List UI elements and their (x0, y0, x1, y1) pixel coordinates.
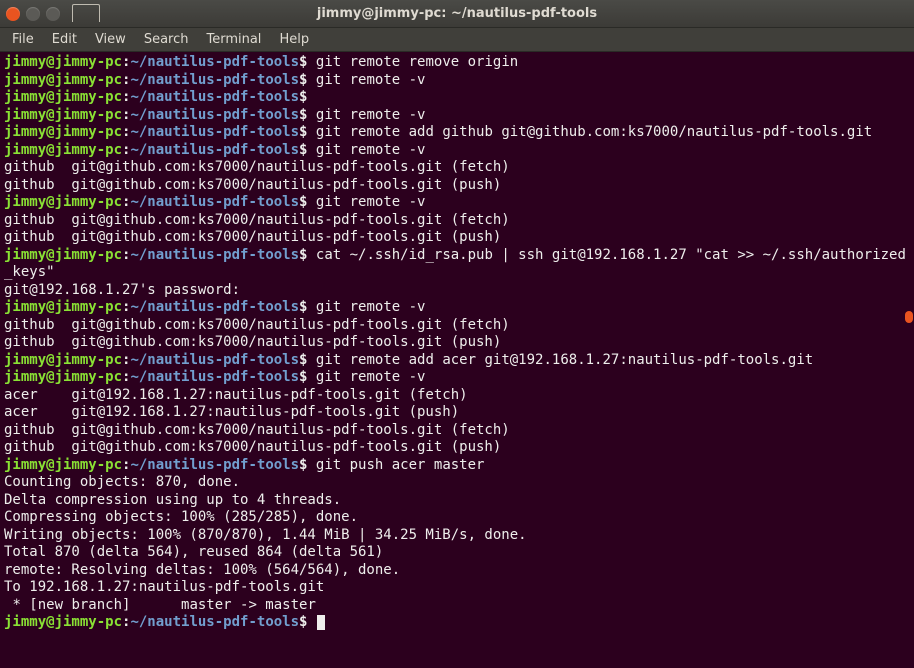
prompt-path: ~/nautilus-pdf-tools (130, 72, 299, 88)
prompt-user: jimmy@jimmy-pc (4, 107, 122, 123)
cmd-text: git push acer master (307, 457, 484, 473)
menu-terminal[interactable]: Terminal (198, 30, 269, 49)
prompt-user: jimmy@jimmy-pc (4, 457, 122, 473)
output-line: remote: Resolving deltas: 100% (564/564)… (4, 562, 400, 578)
prompt-path: ~/nautilus-pdf-tools (130, 614, 299, 630)
prompt-user: jimmy@jimmy-pc (4, 299, 122, 315)
cmd-text: git remote remove origin (307, 54, 518, 70)
cmd-text: git remote -v (307, 194, 425, 210)
output-line: github git@github.com:ks7000/nautilus-pd… (4, 177, 501, 193)
menu-help[interactable]: Help (271, 30, 317, 49)
prompt-user: jimmy@jimmy-pc (4, 369, 122, 385)
prompt-user: jimmy@jimmy-pc (4, 89, 122, 105)
output-line: Total 870 (delta 564), reused 864 (delta… (4, 544, 383, 560)
prompt-user: jimmy@jimmy-pc (4, 142, 122, 158)
prompt-path: ~/nautilus-pdf-tools (130, 299, 299, 315)
prompt-user: jimmy@jimmy-pc (4, 72, 122, 88)
close-icon[interactable] (6, 7, 20, 21)
output-line: github git@github.com:ks7000/nautilus-pd… (4, 229, 501, 245)
output-line: Counting objects: 870, done. (4, 474, 240, 490)
maximize-icon[interactable] (46, 7, 60, 21)
cmd-text (307, 614, 315, 630)
cursor-icon (317, 615, 325, 630)
output-line: github git@github.com:ks7000/nautilus-pd… (4, 439, 501, 455)
output-line: github git@github.com:ks7000/nautilus-pd… (4, 334, 501, 350)
terminal-viewport[interactable]: jimmy@jimmy-pc:~/nautilus-pdf-tools$ git… (0, 52, 914, 668)
cmd-text: git remote -v (307, 107, 425, 123)
output-line: github git@github.com:ks7000/nautilus-pd… (4, 422, 510, 438)
prompt-path: ~/nautilus-pdf-tools (130, 54, 299, 70)
cmd-text: git remote -v (307, 369, 425, 385)
output-line: Writing objects: 100% (870/870), 1.44 Mi… (4, 527, 527, 543)
tab-indicator-icon (72, 4, 100, 22)
prompt-path: ~/nautilus-pdf-tools (130, 247, 299, 263)
output-line: acer git@192.168.1.27:nautilus-pdf-tools… (4, 404, 459, 420)
window-title: jimmy@jimmy-pc: ~/nautilus-pdf-tools (0, 6, 914, 21)
cmd-text: git remote -v (307, 142, 425, 158)
terminal-window: jimmy@jimmy-pc: ~/nautilus-pdf-tools Fil… (0, 0, 914, 668)
prompt-sigil: $ (299, 89, 307, 105)
prompt-path: ~/nautilus-pdf-tools (130, 107, 299, 123)
output-line: Delta compression using up to 4 threads. (4, 492, 341, 508)
output-line: git@192.168.1.27's password: (4, 282, 240, 298)
output-line: To 192.168.1.27:nautilus-pdf-tools.git (4, 579, 324, 595)
prompt-user: jimmy@jimmy-pc (4, 247, 122, 263)
prompt-path: ~/nautilus-pdf-tools (130, 89, 299, 105)
cmd-text: git remote add github git@github.com:ks7… (307, 124, 872, 140)
output-line: acer git@192.168.1.27:nautilus-pdf-tools… (4, 387, 468, 403)
prompt-path: ~/nautilus-pdf-tools (130, 369, 299, 385)
output-line: Compressing objects: 100% (285/285), don… (4, 509, 358, 525)
prompt-user: jimmy@jimmy-pc (4, 194, 122, 210)
prompt-user: jimmy@jimmy-pc (4, 614, 122, 630)
output-line: github git@github.com:ks7000/nautilus-pd… (4, 317, 510, 333)
menu-edit[interactable]: Edit (44, 30, 85, 49)
prompt-path: ~/nautilus-pdf-tools (130, 124, 299, 140)
cmd-text: git remote add acer git@192.168.1.27:nau… (307, 352, 813, 368)
menubar: File Edit View Search Terminal Help (0, 28, 914, 52)
prompt-user: jimmy@jimmy-pc (4, 124, 122, 140)
prompt-path: ~/nautilus-pdf-tools (130, 352, 299, 368)
menu-search[interactable]: Search (136, 30, 197, 49)
minimize-icon[interactable] (26, 7, 40, 21)
output-line: * [new branch] master -> master (4, 597, 316, 613)
terminal-output[interactable]: jimmy@jimmy-pc:~/nautilus-pdf-tools$ git… (0, 52, 914, 636)
cmd-text: git remote -v (307, 299, 425, 315)
menu-view[interactable]: View (87, 30, 134, 49)
prompt-path: ~/nautilus-pdf-tools (130, 194, 299, 210)
prompt-path: ~/nautilus-pdf-tools (130, 142, 299, 158)
cmd-text: git remote -v (307, 72, 425, 88)
output-line: github git@github.com:ks7000/nautilus-pd… (4, 212, 510, 228)
scrollbar-thumb[interactable] (905, 311, 913, 323)
window-controls (6, 7, 60, 21)
prompt-user: jimmy@jimmy-pc (4, 352, 122, 368)
menu-file[interactable]: File (4, 30, 42, 49)
prompt-user: jimmy@jimmy-pc (4, 54, 122, 70)
prompt-path: ~/nautilus-pdf-tools (130, 457, 299, 473)
titlebar[interactable]: jimmy@jimmy-pc: ~/nautilus-pdf-tools (0, 0, 914, 28)
output-line: github git@github.com:ks7000/nautilus-pd… (4, 159, 510, 175)
scrollbar[interactable] (904, 52, 914, 668)
